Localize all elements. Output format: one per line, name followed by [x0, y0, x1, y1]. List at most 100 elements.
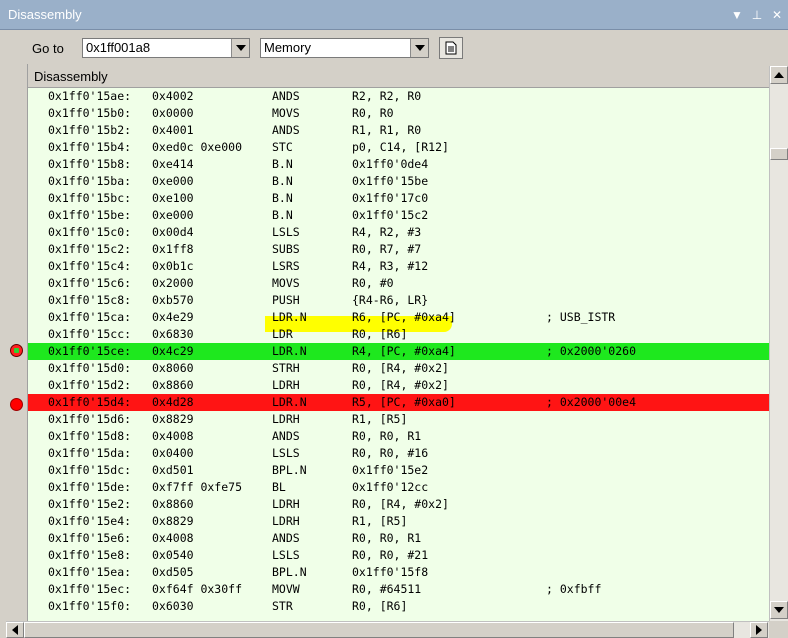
disassembly-listing[interactable]: 0x1ff0'15ae: 0x4002 ANDS R2, R2, R0 0x1ff0'1… — [28, 88, 769, 621]
window-menu-icon[interactable]: ▼ — [728, 8, 746, 22]
instruction-row[interactable]: 0x1ff0'15cc: 0x6830 LDR R0, [R6] — [28, 326, 769, 343]
address-cell: 0x1ff0'15c8: — [48, 293, 132, 307]
mnemonic-cell: ANDS — [272, 429, 300, 443]
opcode-cell: 0x8060 — [152, 361, 194, 375]
instruction-row[interactable]: 0x1ff0'15ec: 0xf64f 0x30ff MOVW R0, #64511;… — [28, 581, 769, 598]
instruction-row[interactable]: 0x1ff0'15c0: 0x00d4 LSLS R4, R2, #3 — [28, 224, 769, 241]
opcode-cell: 0x6830 — [152, 327, 194, 341]
instruction-row[interactable]: 0x1ff0'15de: 0xf7ff 0xfe75 BL 0x1ff0'12cc — [28, 479, 769, 496]
mnemonic-cell: PUSH — [272, 293, 300, 307]
operands-cell: R0, R0, R1 — [352, 429, 422, 443]
instruction-row[interactable]: 0x1ff0'15dc: 0xd501 BPL.N 0x1ff0'15e2 — [28, 462, 769, 479]
operands-cell: R0, [R4, #0x2] — [352, 497, 449, 511]
horizontal-scrollbar[interactable] — [6, 621, 769, 638]
instruction-row[interactable]: 0x1ff0'15e2: 0x8860 LDRH R0, [R4, #0x2] — [28, 496, 769, 513]
address-combobox[interactable]: 0x1ff001a8 — [82, 38, 250, 58]
mnemonic-cell: ANDS — [272, 531, 300, 545]
instruction-row[interactable]: 0x1ff0'15d0: 0x8060 STRH R0, [R4, #0x2] — [28, 360, 769, 377]
instruction-row[interactable]: 0x1ff0'15e6: 0x4008 ANDS R0, R0, R1 — [28, 530, 769, 547]
breakpoint-row[interactable]: 0x1ff0'15d4: 0x4d28 LDR.N R5, [PC, #0xa0] ; … — [28, 394, 769, 411]
instruction-row[interactable]: 0x1ff0'15d8: 0x4008 ANDS R0, R0, R1 — [28, 428, 769, 445]
address-cell: 0x1ff0'15c4: — [48, 259, 132, 273]
opcode-cell: 0x4c29 — [152, 344, 194, 358]
operands-cell: R4, R2, #3 — [352, 225, 422, 239]
operands-cell: {R4-R6, LR} — [352, 293, 429, 307]
instruction-row[interactable]: 0x1ff0'15c2: 0x1ff8 SUBS R0, R7, #7 — [28, 241, 769, 258]
instruction-row[interactable]: 0x1ff0'15b4: 0xed0c 0xe000 STC p0, C14, [R1… — [28, 139, 769, 156]
instruction-row[interactable]: 0x1ff0'15c4: 0x0b1c LSRS R4, R3, #12 — [28, 258, 769, 275]
address-cell: 0x1ff0'15cc: — [48, 327, 132, 341]
scroll-left-button[interactable] — [6, 622, 24, 638]
mnemonic-cell: LSLS — [272, 446, 300, 460]
mnemonic-cell: LSLS — [272, 225, 300, 239]
address-cell: 0x1ff0'15f0: — [48, 599, 132, 613]
opcode-cell: 0xe000 — [152, 208, 194, 222]
instruction-row[interactable]: 0x1ff0'15be: 0xe000 B.N 0x1ff0'15c2 — [28, 207, 769, 224]
operands-cell: 0x1ff0'15c2 — [352, 208, 429, 222]
address-dropdown-icon[interactable] — [231, 39, 249, 57]
mnemonic-cell: BPL.N — [272, 463, 307, 477]
opcode-cell: 0xe000 — [152, 174, 194, 188]
document-button[interactable] — [439, 37, 463, 59]
instruction-row[interactable]: 0x1ff0'15c6: 0x2000 MOVS R0, #0 — [28, 275, 769, 292]
opcode-cell: 0xe414 — [152, 157, 194, 171]
current-instruction-row[interactable]: 0x1ff0'15ce: 0x4c29 LDR.N R4, [PC, #0xa4] ; … — [28, 343, 769, 360]
mnemonic-cell: ANDS — [272, 123, 300, 137]
instruction-row[interactable]: 0x1ff0'15d6: 0x8829 LDRH R1, [R5] — [28, 411, 769, 428]
mnemonic-cell: LDRH — [272, 412, 300, 426]
mnemonic-cell: LDRH — [272, 497, 300, 511]
opcode-cell: 0x8829 — [152, 412, 194, 426]
operands-cell: R6, [PC, #0xa4] — [352, 310, 456, 324]
instruction-row[interactable]: 0x1ff0'15bc: 0xe100 B.N 0x1ff0'17c0 — [28, 190, 769, 207]
address-cell: 0x1ff0'15d8: — [48, 429, 132, 443]
opcode-cell: 0x4001 — [152, 123, 194, 137]
opcode-cell: 0x8829 — [152, 514, 194, 528]
instruction-row[interactable]: 0x1ff0'15ae: 0x4002 ANDS R2, R2, R0 — [28, 88, 769, 105]
scroll-right-button[interactable] — [750, 622, 768, 638]
view-combobox[interactable]: Memory — [260, 38, 429, 58]
document-icon — [445, 41, 457, 55]
address-cell: 0x1ff0'15e4: — [48, 514, 132, 528]
address-cell: 0x1ff0'15e6: — [48, 531, 132, 545]
instruction-row[interactable]: 0x1ff0'15e4: 0x8829 LDRH R1, [R5] — [28, 513, 769, 530]
operands-cell: R4, [PC, #0xa4] — [352, 344, 456, 358]
mnemonic-cell: B.N — [272, 191, 293, 205]
scroll-down-button[interactable] — [770, 601, 788, 619]
mnemonic-cell: LSLS — [272, 548, 300, 562]
operands-cell: R0, [R6] — [352, 599, 408, 613]
opcode-cell: 0x4002 — [152, 89, 194, 103]
instruction-row[interactable]: 0x1ff0'15ea: 0xd505 BPL.N 0x1ff0'15f8 — [28, 564, 769, 581]
operands-cell: R0, R0, R1 — [352, 531, 422, 545]
view-dropdown-icon[interactable] — [410, 39, 428, 57]
opcode-cell: 0xf7ff 0xfe75 — [152, 480, 243, 494]
mnemonic-cell: LDRH — [272, 378, 300, 392]
breakpoint-icon[interactable] — [10, 398, 23, 411]
instruction-row[interactable]: 0x1ff0'15ca: 0x4e29 LDR.N R6, [PC, #0xa4] ; … — [28, 309, 769, 326]
vertical-scrollbar[interactable] — [769, 66, 788, 621]
instruction-row[interactable]: 0x1ff0'15b2: 0x4001 ANDS R1, R1, R0 — [28, 122, 769, 139]
instruction-row[interactable]: 0x1ff0'15b0: 0x0000 MOVS R0, R0 — [28, 105, 769, 122]
breakpoint-gutter[interactable] — [6, 64, 28, 621]
address-cell: 0x1ff0'15b4: — [48, 140, 132, 154]
mnemonic-cell: LDR — [272, 327, 293, 341]
address-cell: 0x1ff0'15bc: — [48, 191, 132, 205]
operands-cell: R1, R1, R0 — [352, 123, 422, 137]
opcode-cell: 0x00d4 — [152, 225, 194, 239]
mnemonic-cell: ANDS — [272, 89, 300, 103]
instruction-row[interactable]: 0x1ff0'15c8: 0xb570 PUSH {R4-R6, LR} — [28, 292, 769, 309]
instruction-row[interactable]: 0x1ff0'15d2: 0x8860 LDRH R0, [R4, #0x2] — [28, 377, 769, 394]
current-pc-arrow-icon — [10, 344, 23, 357]
vertical-scroll-thumb[interactable] — [770, 148, 788, 160]
instruction-row[interactable]: 0x1ff0'15f0: 0x6030 STR R0, [R6] — [28, 598, 769, 615]
close-icon[interactable]: ✕ — [768, 8, 786, 22]
instruction-row[interactable]: 0x1ff0'15da: 0x0400 LSLS R0, R0, #16 — [28, 445, 769, 462]
horizontal-scroll-thumb[interactable] — [24, 622, 734, 638]
operands-cell: 0x1ff0'0de4 — [352, 157, 429, 171]
scroll-up-button[interactable] — [770, 66, 788, 84]
comment-cell: ; 0xfbff — [546, 582, 602, 596]
mnemonic-cell: LDR.N — [272, 395, 307, 409]
instruction-row[interactable]: 0x1ff0'15e8: 0x0540 LSLS R0, R0, #21 — [28, 547, 769, 564]
instruction-row[interactable]: 0x1ff0'15ba: 0xe000 B.N 0x1ff0'15be — [28, 173, 769, 190]
instruction-row[interactable]: 0x1ff0'15b8: 0xe414 B.N 0x1ff0'0de4 — [28, 156, 769, 173]
pin-icon[interactable]: ⊥ — [748, 8, 766, 22]
